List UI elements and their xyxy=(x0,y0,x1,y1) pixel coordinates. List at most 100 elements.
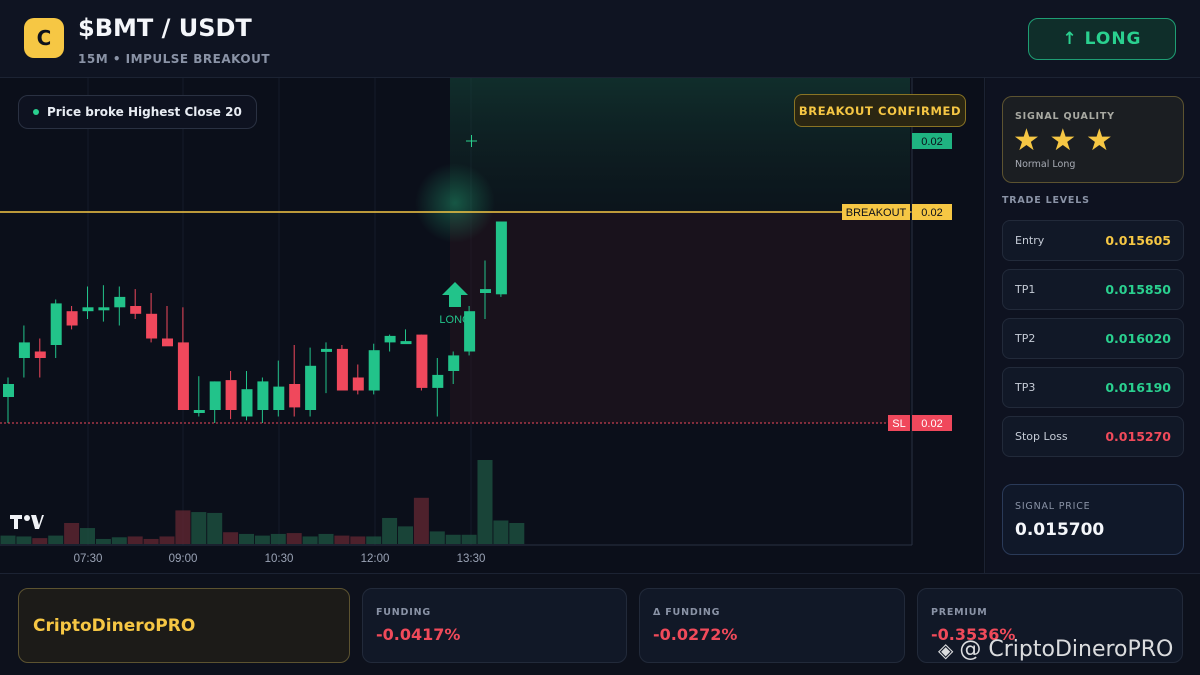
candle-body xyxy=(352,377,364,391)
volume-bar xyxy=(413,497,429,544)
funding-card: FUNDING -0.0417% xyxy=(362,588,627,663)
sl-price-text: 0.02 xyxy=(921,418,942,430)
volume-bar xyxy=(334,535,350,544)
candle-body xyxy=(241,389,253,417)
candle-body xyxy=(114,296,126,308)
chart-svg: LONG 0.02 BREAKOUT 0.02 SL 0.02 07:30 09:… xyxy=(0,78,952,565)
signal-price-label: SIGNAL PRICE xyxy=(1015,501,1091,512)
candle-body xyxy=(480,289,491,293)
time-tick-label: 10:30 xyxy=(265,553,294,565)
volume-bar xyxy=(493,520,509,544)
volume-bar xyxy=(159,536,175,544)
delta-funding-label: Δ FUNDING xyxy=(653,607,721,618)
volume-bar xyxy=(95,538,111,544)
candle-body xyxy=(289,384,301,408)
candle-body xyxy=(432,374,444,388)
price-chart[interactable]: LONG 0.02 BREAKOUT 0.02 SL 0.02 07:30 09:… xyxy=(0,78,985,573)
level-value: 0.015605 xyxy=(1105,233,1171,248)
time-tick-label: 07:30 xyxy=(74,553,103,565)
candle-body xyxy=(162,338,173,347)
long-button[interactable]: ↑ LONG xyxy=(1028,18,1176,60)
volume-bar xyxy=(207,512,223,544)
candle-body xyxy=(368,350,380,391)
candle-body xyxy=(130,306,142,314)
time-tick-label: 09:00 xyxy=(169,553,198,565)
status-dot-icon xyxy=(33,109,39,115)
candle-body xyxy=(273,386,285,410)
time-tick-label: 12:00 xyxy=(361,553,390,565)
level-tp1: TP1 0.015850 xyxy=(1002,269,1184,310)
candle-body xyxy=(321,348,332,352)
volume-bar xyxy=(239,533,254,544)
breakout-label-text: BREAKOUT xyxy=(846,207,907,219)
candle-body xyxy=(177,342,189,410)
candle-body xyxy=(209,381,221,410)
timeframe-subtitle: 15M • IMPULSE BREAKOUT xyxy=(78,52,271,66)
volume-bar xyxy=(191,512,207,544)
volume-bar xyxy=(350,536,366,544)
trade-levels-title: TRADE LEVELS xyxy=(1002,195,1090,206)
candle-body xyxy=(82,307,94,312)
candle-body xyxy=(50,303,62,345)
candle-body xyxy=(257,381,269,410)
level-entry: Entry 0.015605 xyxy=(1002,220,1184,261)
volume-bar xyxy=(318,533,334,544)
quality-stars-icon: ★ ★ ★ xyxy=(1013,123,1113,158)
volume-bar xyxy=(302,536,318,544)
volume-bar xyxy=(32,538,48,544)
long-arrow-label: LONG xyxy=(439,314,470,326)
level-value: 0.015270 xyxy=(1105,429,1171,444)
pair-title: $BMT / USDT xyxy=(78,14,252,42)
level-name: Entry xyxy=(1015,234,1045,247)
chart-grid xyxy=(87,78,472,545)
level-tp3: TP3 0.016190 xyxy=(1002,367,1184,408)
volume-bar xyxy=(366,536,382,544)
level-value: 0.015850 xyxy=(1105,282,1171,297)
signal-reason-text: Price broke Highest Close 20 xyxy=(47,105,242,119)
candle-body xyxy=(193,410,205,413)
app-root: C $BMT / USDT 15M • IMPULSE BREAKOUT ↑ L… xyxy=(0,0,1200,675)
risk-zone xyxy=(450,212,910,423)
candle-body xyxy=(18,342,30,358)
level-tp2: TP2 0.016020 xyxy=(1002,318,1184,359)
signal-price-value: 0.015700 xyxy=(1015,520,1105,540)
candle-body xyxy=(225,380,237,410)
brand-card: CriptoDineroPRO xyxy=(18,588,350,663)
signal-quality-label: SIGNAL QUALITY xyxy=(1015,111,1115,122)
candle-body xyxy=(416,334,428,388)
volume-bar xyxy=(429,531,445,544)
candle-body xyxy=(384,335,396,343)
watermark-text: @ CriptoDineroPRO xyxy=(959,637,1174,662)
delta-funding-card: Δ FUNDING -0.0272% xyxy=(639,588,905,663)
candle-body xyxy=(3,384,14,397)
candle-body xyxy=(98,307,110,311)
sl-label-text: SL xyxy=(892,418,905,430)
signal-quality-sub: Normal Long xyxy=(1015,159,1076,170)
funding-label: FUNDING xyxy=(376,607,431,618)
volume-bar xyxy=(16,536,32,544)
header: C $BMT / USDT 15M • IMPULSE BREAKOUT ↑ L… xyxy=(0,0,1200,78)
level-name: TP1 xyxy=(1015,283,1036,296)
candle-body xyxy=(336,348,348,391)
volume-bar xyxy=(445,534,461,544)
breakout-glow xyxy=(415,163,495,243)
volume-bar xyxy=(509,523,525,544)
signal-price-card: SIGNAL PRICE 0.015700 xyxy=(1002,484,1184,555)
level-name: TP3 xyxy=(1015,381,1036,394)
breakout-confirmed-badge: BREAKOUT CONFIRMED xyxy=(794,94,966,127)
volume-bar xyxy=(64,523,80,544)
delta-funding-value: -0.0272% xyxy=(653,625,738,644)
candle-body xyxy=(66,311,78,326)
volume-bar xyxy=(175,510,191,544)
volume-bar xyxy=(48,535,64,544)
top-price-tag-text: 0.02 xyxy=(921,136,942,148)
volume-bar xyxy=(398,526,413,544)
volume-bar xyxy=(111,537,127,544)
signal-reason-chip: Price broke Highest Close 20 xyxy=(18,95,257,129)
candle-body xyxy=(495,221,507,295)
funding-value: -0.0417% xyxy=(376,625,461,644)
volume-bar xyxy=(80,528,95,544)
level-value: 0.016020 xyxy=(1105,331,1171,346)
volume-bar xyxy=(0,535,16,544)
candle-body xyxy=(305,365,317,410)
